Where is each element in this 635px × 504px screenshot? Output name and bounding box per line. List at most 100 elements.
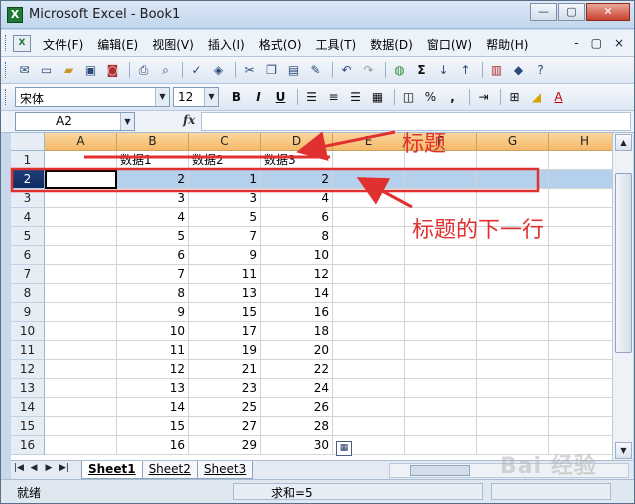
toolbar-grip[interactable] (5, 62, 8, 78)
align-right-icon[interactable]: ☰ (346, 88, 365, 106)
cell[interactable]: 4 (261, 189, 333, 208)
cell[interactable] (45, 170, 117, 189)
row-header[interactable]: 16 (11, 436, 45, 455)
redo-icon[interactable]: ↷ (359, 61, 378, 79)
menu-item[interactable]: 视图(V) (152, 36, 194, 53)
copy-icon[interactable]: ❐ (262, 61, 281, 79)
cell[interactable]: 2 (261, 170, 333, 189)
menu-item[interactable]: 格式(O) (259, 36, 302, 53)
row-header[interactable]: 12 (11, 360, 45, 379)
row-header[interactable]: 11 (11, 341, 45, 360)
cell[interactable]: 数据1 (117, 151, 189, 170)
cell[interactable]: 20 (261, 341, 333, 360)
row-header[interactable]: 3 (11, 189, 45, 208)
cell[interactable]: 数据3 (261, 151, 333, 170)
row-header[interactable]: 5 (11, 227, 45, 246)
minimize-button[interactable]: — (530, 3, 557, 21)
underline-button[interactable]: U (271, 88, 290, 106)
cell[interactable] (477, 170, 549, 189)
cell[interactable] (477, 303, 549, 322)
cell[interactable]: 7 (117, 265, 189, 284)
format-painter-icon[interactable]: ✎ (306, 61, 325, 79)
bold-button[interactable]: B (227, 88, 246, 106)
cell[interactable] (549, 322, 612, 341)
cell[interactable]: 3 (117, 189, 189, 208)
sheet-tab[interactable]: Sheet2 (141, 461, 198, 479)
cell[interactable]: 12 (117, 360, 189, 379)
cell[interactable]: 4 (117, 208, 189, 227)
prev-sheet-icon[interactable]: ◀ (28, 463, 40, 473)
cell[interactable] (477, 341, 549, 360)
close-button[interactable]: ✕ (586, 3, 630, 21)
auto-fill-options-icon[interactable]: ▦ (336, 441, 352, 456)
cell[interactable]: 27 (189, 417, 261, 436)
font-size-select[interactable]: 12 ▼ (173, 87, 219, 107)
cell[interactable] (333, 398, 405, 417)
cell[interactable]: 21 (189, 360, 261, 379)
cell[interactable] (45, 208, 117, 227)
cell[interactable] (333, 379, 405, 398)
font-name-select[interactable]: 宋体 ▼ (15, 87, 170, 107)
cell[interactable]: 25 (189, 398, 261, 417)
cell[interactable]: 23 (189, 379, 261, 398)
cell[interactable] (477, 265, 549, 284)
new-icon[interactable]: ▭ (37, 61, 56, 79)
drawing-icon[interactable]: ◆ (509, 61, 528, 79)
cell[interactable] (45, 379, 117, 398)
sheet-tab[interactable]: Sheet3 (196, 461, 254, 479)
cell[interactable]: 11 (117, 341, 189, 360)
row-header[interactable]: 6 (11, 246, 45, 265)
currency-icon[interactable]: ◫ (399, 88, 418, 106)
cell[interactable]: 11 (189, 265, 261, 284)
menu-item[interactable]: 数据(D) (370, 36, 413, 53)
cell[interactable] (333, 170, 405, 189)
scroll-up-icon[interactable]: ▲ (615, 134, 632, 151)
research-icon[interactable]: ◈ (209, 61, 228, 79)
cell[interactable] (333, 208, 405, 227)
cell[interactable]: 9 (189, 246, 261, 265)
cell[interactable]: 16 (261, 303, 333, 322)
cell[interactable]: 14 (117, 398, 189, 417)
menu-item[interactable]: 文件(F) (43, 36, 83, 53)
doc-close-button[interactable]: × (614, 36, 624, 50)
cell[interactable]: 5 (117, 227, 189, 246)
toolbar-grip[interactable] (5, 89, 8, 105)
cell[interactable] (333, 360, 405, 379)
cell[interactable] (333, 284, 405, 303)
cell[interactable]: 13 (117, 379, 189, 398)
chevron-down-icon[interactable]: ▼ (204, 88, 218, 106)
mail-icon[interactable]: ✉ (15, 61, 34, 79)
cell[interactable] (405, 265, 477, 284)
name-box[interactable]: A2 ▼ (15, 112, 135, 131)
cell[interactable]: 8 (117, 284, 189, 303)
align-center-icon[interactable]: ≡ (324, 88, 343, 106)
cell[interactable] (405, 284, 477, 303)
cell[interactable]: 26 (261, 398, 333, 417)
cell[interactable] (45, 189, 117, 208)
cell[interactable]: 3 (189, 189, 261, 208)
cell[interactable]: 15 (189, 303, 261, 322)
cell[interactable] (333, 265, 405, 284)
sort-asc-icon[interactable]: ↓ (434, 61, 453, 79)
row-header[interactable]: 4 (11, 208, 45, 227)
menu-item[interactable]: 帮助(H) (486, 36, 528, 53)
cell[interactable]: 29 (189, 436, 261, 455)
cell[interactable] (45, 246, 117, 265)
cell[interactable] (549, 227, 612, 246)
cell[interactable] (405, 417, 477, 436)
cell[interactable]: 13 (189, 284, 261, 303)
row-header[interactable]: 1 (11, 151, 45, 170)
cell[interactable] (405, 303, 477, 322)
percent-button[interactable]: % (421, 88, 440, 106)
row-header[interactable]: 10 (11, 322, 45, 341)
cell[interactable] (45, 398, 117, 417)
cell[interactable] (405, 360, 477, 379)
cell[interactable] (477, 151, 549, 170)
align-left-icon[interactable]: ☰ (302, 88, 321, 106)
fill-color-icon[interactable]: ◢ (527, 88, 546, 106)
cell[interactable] (405, 436, 477, 455)
cell[interactable] (45, 284, 117, 303)
cell[interactable]: 24 (261, 379, 333, 398)
menu-item[interactable]: 插入(I) (208, 36, 245, 53)
cell[interactable] (45, 265, 117, 284)
